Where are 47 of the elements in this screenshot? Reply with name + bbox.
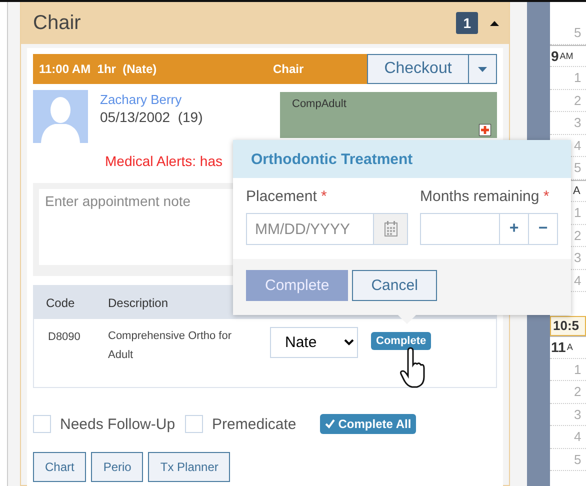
plus-icon[interactable] bbox=[479, 124, 491, 136]
panel-title: Chair bbox=[33, 12, 82, 34]
patient-name-link[interactable]: Zachary Berry bbox=[100, 92, 280, 107]
checkbox[interactable] bbox=[33, 415, 51, 433]
complete-all-button[interactable]: Complete All bbox=[320, 414, 416, 434]
hour-label: 9AM bbox=[550, 44, 586, 67]
nav-button[interactable]: Perio bbox=[91, 452, 144, 482]
nav-button[interactable]: Chart bbox=[33, 452, 86, 482]
dropdown-button[interactable] bbox=[469, 54, 497, 84]
provider-select[interactable]: Nate bbox=[270, 327, 358, 358]
count-badge: 1 bbox=[456, 12, 478, 34]
popover-title: Orthodontic Treatment bbox=[251, 150, 413, 168]
medical-alert-text: Medical Alerts: has bbox=[105, 153, 222, 169]
appointment-time: 11:00 AM 1hr (Nate) bbox=[38, 62, 158, 76]
tag-label: CompAdult bbox=[292, 98, 346, 110]
time-label: 1 bbox=[550, 358, 586, 381]
time-label: 2 bbox=[550, 90, 586, 112]
time-label: 1 bbox=[550, 67, 586, 90]
time-label: 2 bbox=[550, 381, 586, 404]
date-field[interactable]: MM/DD/YYYY bbox=[246, 213, 408, 245]
popover-button[interactable]: Cancel bbox=[352, 270, 437, 301]
procedure-description: Comprehensive Ortho for Adult bbox=[108, 329, 232, 363]
checkbox[interactable] bbox=[185, 415, 204, 433]
time-label: 5 bbox=[550, 22, 586, 44]
time-label: 5 bbox=[550, 448, 586, 471]
collapse-caret-icon[interactable] bbox=[490, 20, 499, 26]
hand-cursor-icon bbox=[400, 347, 426, 389]
checkout-button[interactable]: Checkout bbox=[367, 54, 469, 84]
hour-label: 11A bbox=[550, 336, 586, 358]
caret-icon bbox=[478, 66, 487, 72]
procedure-code: D8090 bbox=[48, 331, 82, 343]
checkbox-label: Premedicate bbox=[212, 416, 296, 432]
column-header: Code bbox=[45, 296, 76, 310]
time-label: 4 bbox=[550, 426, 586, 448]
field-label: Months remaining * bbox=[420, 188, 550, 205]
current-time-marker: 10:5 bbox=[550, 316, 586, 336]
calendar-icon[interactable] bbox=[384, 221, 398, 237]
check-icon bbox=[325, 419, 336, 429]
checkbox-label: Needs Follow-Up bbox=[60, 416, 176, 432]
complete-button[interactable]: Complete bbox=[371, 332, 432, 350]
time-label: 3 bbox=[550, 112, 586, 134]
column-header: Description bbox=[108, 296, 168, 310]
nav-button[interactable]: Tx Planner bbox=[148, 452, 230, 482]
field-label: Placement * bbox=[246, 188, 328, 205]
chair-label: Chair bbox=[273, 62, 305, 76]
patient-birthdate: 05/13/2002 (19) bbox=[100, 109, 204, 125]
time-label: 3 bbox=[550, 404, 586, 426]
